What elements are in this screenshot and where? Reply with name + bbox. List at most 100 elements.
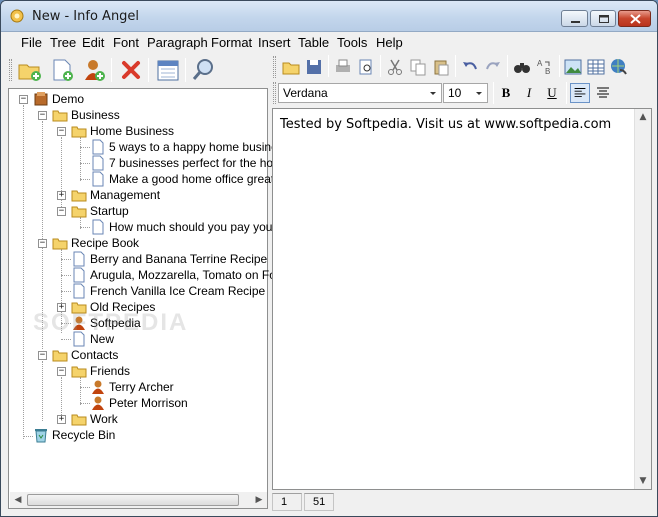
italic-button[interactable]: I bbox=[519, 83, 539, 103]
folder-open-icon bbox=[71, 366, 87, 378]
toolbar-separator bbox=[111, 58, 112, 82]
tree-expander[interactable]: − bbox=[19, 95, 28, 104]
folder-open-icon bbox=[71, 206, 87, 218]
menu-bar: File Tree Edit Font Paragraph Format Ins… bbox=[1, 32, 657, 52]
delete-icon[interactable] bbox=[118, 57, 144, 83]
svg-text:B: B bbox=[545, 67, 550, 76]
replace-icon[interactable]: AB bbox=[535, 57, 555, 77]
note-editor[interactable]: Tested by Softpedia. Visit us at www.sof… bbox=[272, 108, 652, 490]
edit-toolbar: AB bbox=[271, 55, 657, 79]
open-icon[interactable] bbox=[281, 57, 301, 77]
watermark: SOFTPEDIA bbox=[33, 309, 189, 336]
toolbar-separator bbox=[328, 55, 329, 77]
paste-icon[interactable] bbox=[431, 57, 451, 77]
insert-table-icon[interactable] bbox=[586, 57, 606, 77]
binoculars-icon[interactable] bbox=[512, 57, 532, 77]
font-combo[interactable]: Verdana bbox=[278, 83, 442, 103]
bold-button[interactable]: B bbox=[496, 83, 516, 103]
status-bar: 1 51 bbox=[272, 493, 652, 511]
toolbar-separator bbox=[380, 55, 381, 77]
tree-expander[interactable]: − bbox=[38, 239, 47, 248]
contact-icon bbox=[92, 396, 104, 410]
minimize-icon bbox=[571, 21, 580, 23]
title-bar[interactable]: New - Info Angel bbox=[1, 1, 657, 32]
scroll-left-icon[interactable]: ◀ bbox=[10, 492, 26, 508]
editor-text[interactable]: Tested by Softpedia. Visit us at www.sof… bbox=[280, 117, 611, 132]
menu-paragraph[interactable]: Paragraph bbox=[147, 35, 208, 50]
contact-icon bbox=[92, 380, 104, 394]
close-icon bbox=[630, 14, 641, 24]
font-size-value: 10 bbox=[448, 86, 462, 100]
chevron-down-icon[interactable] bbox=[427, 86, 439, 100]
tree-horizontal-scrollbar[interactable]: ◀ ▶ bbox=[10, 492, 267, 508]
scroll-thumb[interactable] bbox=[27, 494, 239, 506]
menu-edit[interactable]: Edit bbox=[82, 35, 104, 50]
add-note-icon[interactable] bbox=[49, 57, 75, 83]
chevron-down-icon[interactable] bbox=[473, 86, 485, 100]
toolbar-separator bbox=[559, 55, 560, 77]
undo-icon[interactable] bbox=[460, 57, 480, 77]
underline-button[interactable]: U bbox=[542, 83, 562, 103]
tree-expander[interactable]: − bbox=[38, 111, 47, 120]
menu-insert[interactable]: Insert bbox=[258, 35, 291, 50]
redo-icon[interactable] bbox=[483, 57, 503, 77]
insert-image-icon[interactable] bbox=[563, 57, 583, 77]
menu-file[interactable]: File bbox=[21, 35, 42, 50]
close-button[interactable] bbox=[618, 10, 651, 27]
format-toolbar: Verdana 10 B I U bbox=[271, 81, 657, 105]
add-folder-icon[interactable] bbox=[17, 57, 43, 83]
toolbar-grip[interactable] bbox=[273, 82, 276, 104]
book-icon bbox=[34, 92, 48, 106]
notes-tree[interactable]: − − − + − − + − − + Demo Business Home B… bbox=[8, 88, 289, 509]
window-title: New - Info Angel bbox=[32, 9, 140, 24]
note-icon bbox=[92, 139, 104, 155]
cut-icon[interactable] bbox=[385, 57, 405, 77]
note-icon bbox=[92, 155, 104, 171]
insert-link-icon[interactable] bbox=[609, 57, 629, 77]
scroll-down-icon[interactable]: ▼ bbox=[635, 473, 651, 489]
menu-table[interactable]: Table bbox=[298, 35, 329, 50]
recycle-bin-icon bbox=[35, 429, 47, 443]
toolbar-grip[interactable] bbox=[273, 56, 276, 78]
menu-font[interactable]: Font bbox=[113, 35, 139, 50]
note-icon bbox=[73, 251, 85, 267]
tree-expander[interactable]: − bbox=[38, 351, 47, 360]
folder-icon bbox=[71, 414, 87, 426]
minimize-button[interactable] bbox=[561, 10, 588, 27]
font-size-combo[interactable]: 10 bbox=[443, 83, 488, 103]
toolbar-separator bbox=[185, 58, 186, 82]
scroll-up-icon[interactable]: ▲ bbox=[635, 109, 651, 125]
note-icon bbox=[92, 219, 104, 235]
maximize-icon bbox=[599, 15, 609, 23]
find-icon[interactable] bbox=[191, 57, 217, 83]
align-center-icon[interactable] bbox=[593, 83, 613, 103]
menu-format[interactable]: Format bbox=[211, 35, 252, 50]
tree-expander[interactable]: + bbox=[57, 415, 66, 424]
save-icon[interactable] bbox=[304, 57, 324, 77]
copy-icon[interactable] bbox=[408, 57, 428, 77]
maximize-button[interactable] bbox=[590, 10, 616, 27]
menu-tools[interactable]: Tools bbox=[337, 35, 367, 50]
tree-expander[interactable]: − bbox=[57, 367, 66, 376]
folder-open-icon bbox=[71, 126, 87, 138]
add-contact-icon[interactable] bbox=[81, 57, 107, 83]
app-window: New - Info Angel File Tree Edit Font Par… bbox=[0, 0, 658, 517]
tree-expander[interactable]: + bbox=[57, 191, 66, 200]
tree-expander[interactable]: − bbox=[57, 207, 66, 216]
align-left-icon[interactable] bbox=[570, 83, 590, 103]
menu-help[interactable]: Help bbox=[376, 35, 403, 50]
note-icon bbox=[73, 267, 85, 283]
tree-toolbar bbox=[7, 55, 267, 85]
toolbar-grip[interactable] bbox=[9, 59, 12, 81]
toolbar-separator bbox=[148, 58, 149, 82]
status-column: 51 bbox=[304, 493, 334, 511]
calendar-icon[interactable] bbox=[155, 57, 181, 83]
tree-expander[interactable]: − bbox=[57, 127, 66, 136]
toolbar-separator bbox=[455, 55, 456, 77]
menu-tree[interactable]: Tree bbox=[50, 35, 76, 50]
scroll-right-icon[interactable]: ▶ bbox=[251, 492, 267, 508]
toolbar-separator bbox=[493, 82, 494, 104]
editor-vertical-scrollbar[interactable]: ▲ ▼ bbox=[634, 109, 651, 489]
print-icon[interactable] bbox=[333, 57, 353, 77]
print-preview-icon[interactable] bbox=[356, 57, 376, 77]
